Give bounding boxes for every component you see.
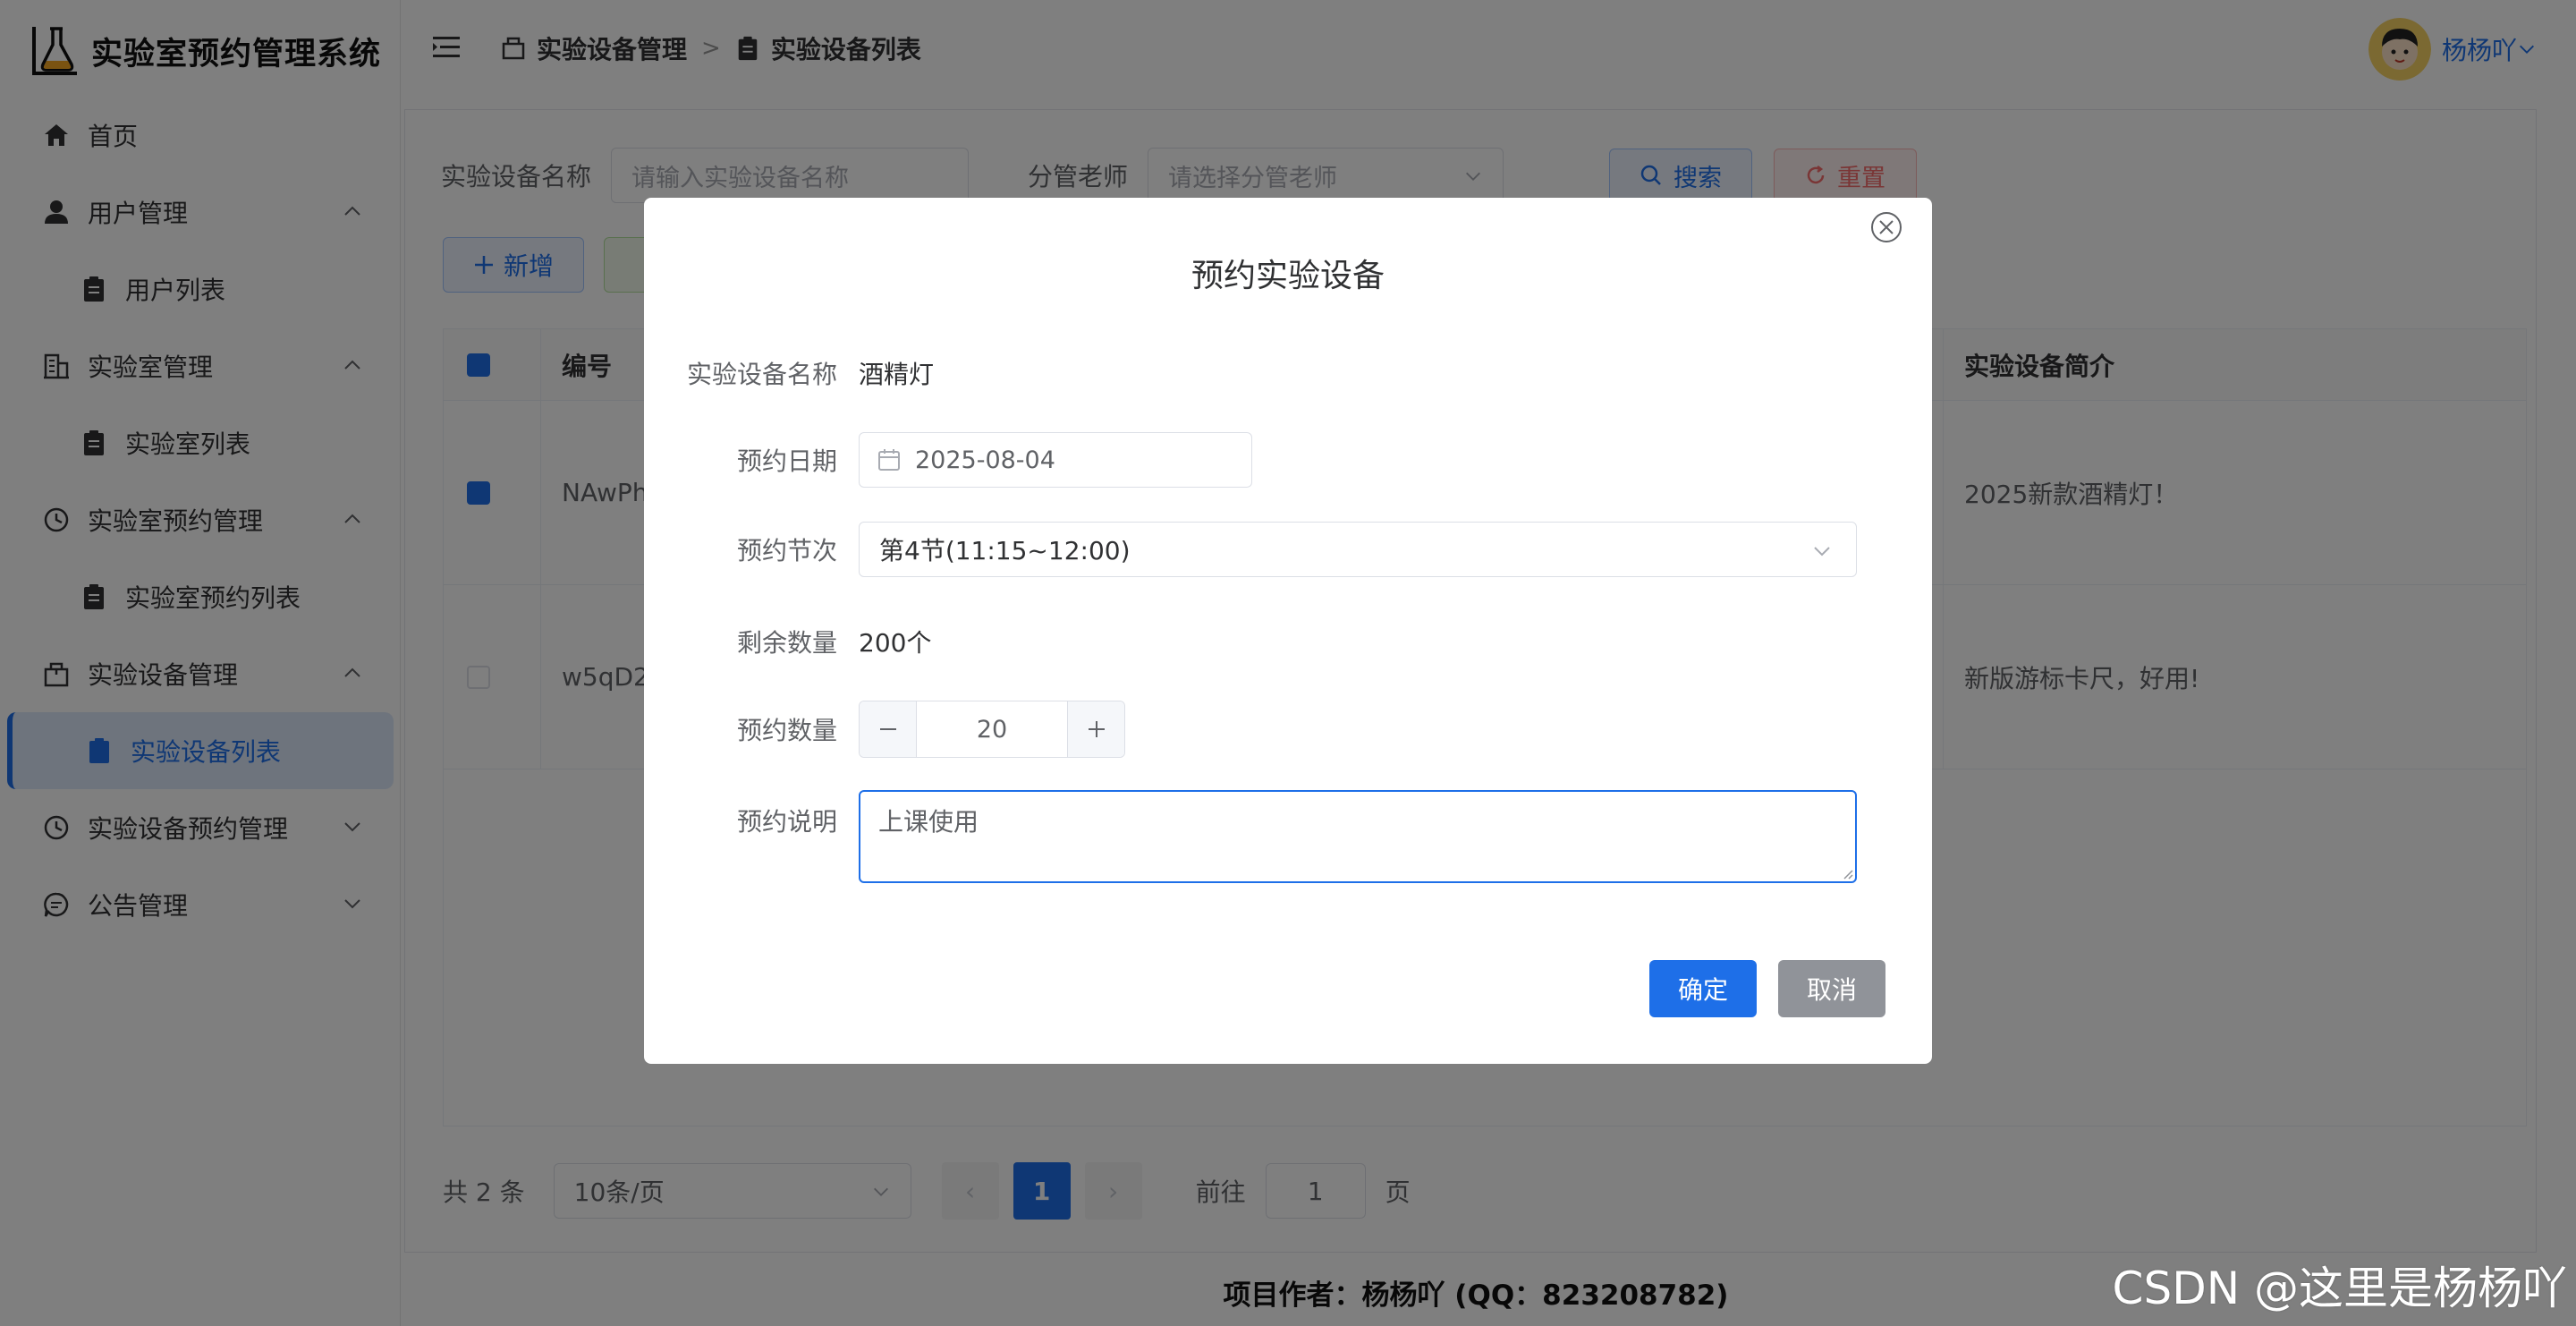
date-value: 2025-08-04 — [915, 446, 1055, 474]
field-equipment-name: 实验设备名称 酒精灯 — [644, 355, 1932, 391]
watermark: CSDN @这里是杨杨吖 — [2112, 1262, 2567, 1314]
decrement-button[interactable] — [860, 701, 917, 757]
calendar-icon — [878, 449, 900, 471]
period-value: 第4节(11:15~12:00) — [879, 536, 1131, 565]
booking-dialog: 预约实验设备 实验设备名称 酒精灯 预约日期 2025-08-04 预约节次 第… — [644, 198, 1932, 1064]
dialog-title: 预约实验设备 — [1191, 258, 1385, 294]
field-label: 剩余数量 — [736, 628, 837, 658]
field-label: 预约说明 — [736, 807, 837, 837]
remaining-value: 200个 — [859, 628, 932, 658]
note-value: 上课使用 — [878, 807, 979, 837]
field-booking-date: 预约日期 2025-08-04 — [644, 432, 1932, 488]
chevron-down-icon — [1814, 547, 1830, 557]
field-remaining: 剩余数量 200个 — [644, 624, 1932, 659]
resize-handle-icon[interactable] — [1841, 867, 1853, 880]
field-quantity: 预约数量 20 — [644, 701, 1932, 758]
confirm-button[interactable]: 确定 — [1649, 960, 1757, 1017]
quantity-input[interactable]: 20 — [917, 701, 1067, 757]
minus-icon — [879, 728, 896, 730]
field-label: 预约日期 — [736, 446, 837, 476]
date-picker[interactable]: 2025-08-04 — [859, 432, 1252, 488]
period-select[interactable]: 第4节(11:15~12:00) — [859, 522, 1857, 577]
field-label: 实验设备名称 — [686, 360, 837, 389]
equipment-name-value: 酒精灯 — [859, 360, 935, 389]
field-booking-period: 预约节次 第4节(11:15~12:00) — [644, 522, 1932, 577]
field-label: 预约数量 — [736, 716, 837, 745]
plus-icon — [1088, 721, 1105, 737]
quantity-stepper: 20 — [859, 701, 1125, 758]
close-icon[interactable] — [1869, 210, 1903, 244]
app-root: 实验室预约管理系统 首页 用户管理 用户列表 — [0, 0, 2576, 1326]
note-textarea[interactable]: 上课使用 — [859, 790, 1857, 883]
cancel-button[interactable]: 取消 — [1778, 960, 1885, 1017]
increment-button[interactable] — [1067, 701, 1124, 757]
field-note: 预约说明 上课使用 — [644, 790, 1932, 883]
field-label: 预约节次 — [736, 536, 837, 565]
